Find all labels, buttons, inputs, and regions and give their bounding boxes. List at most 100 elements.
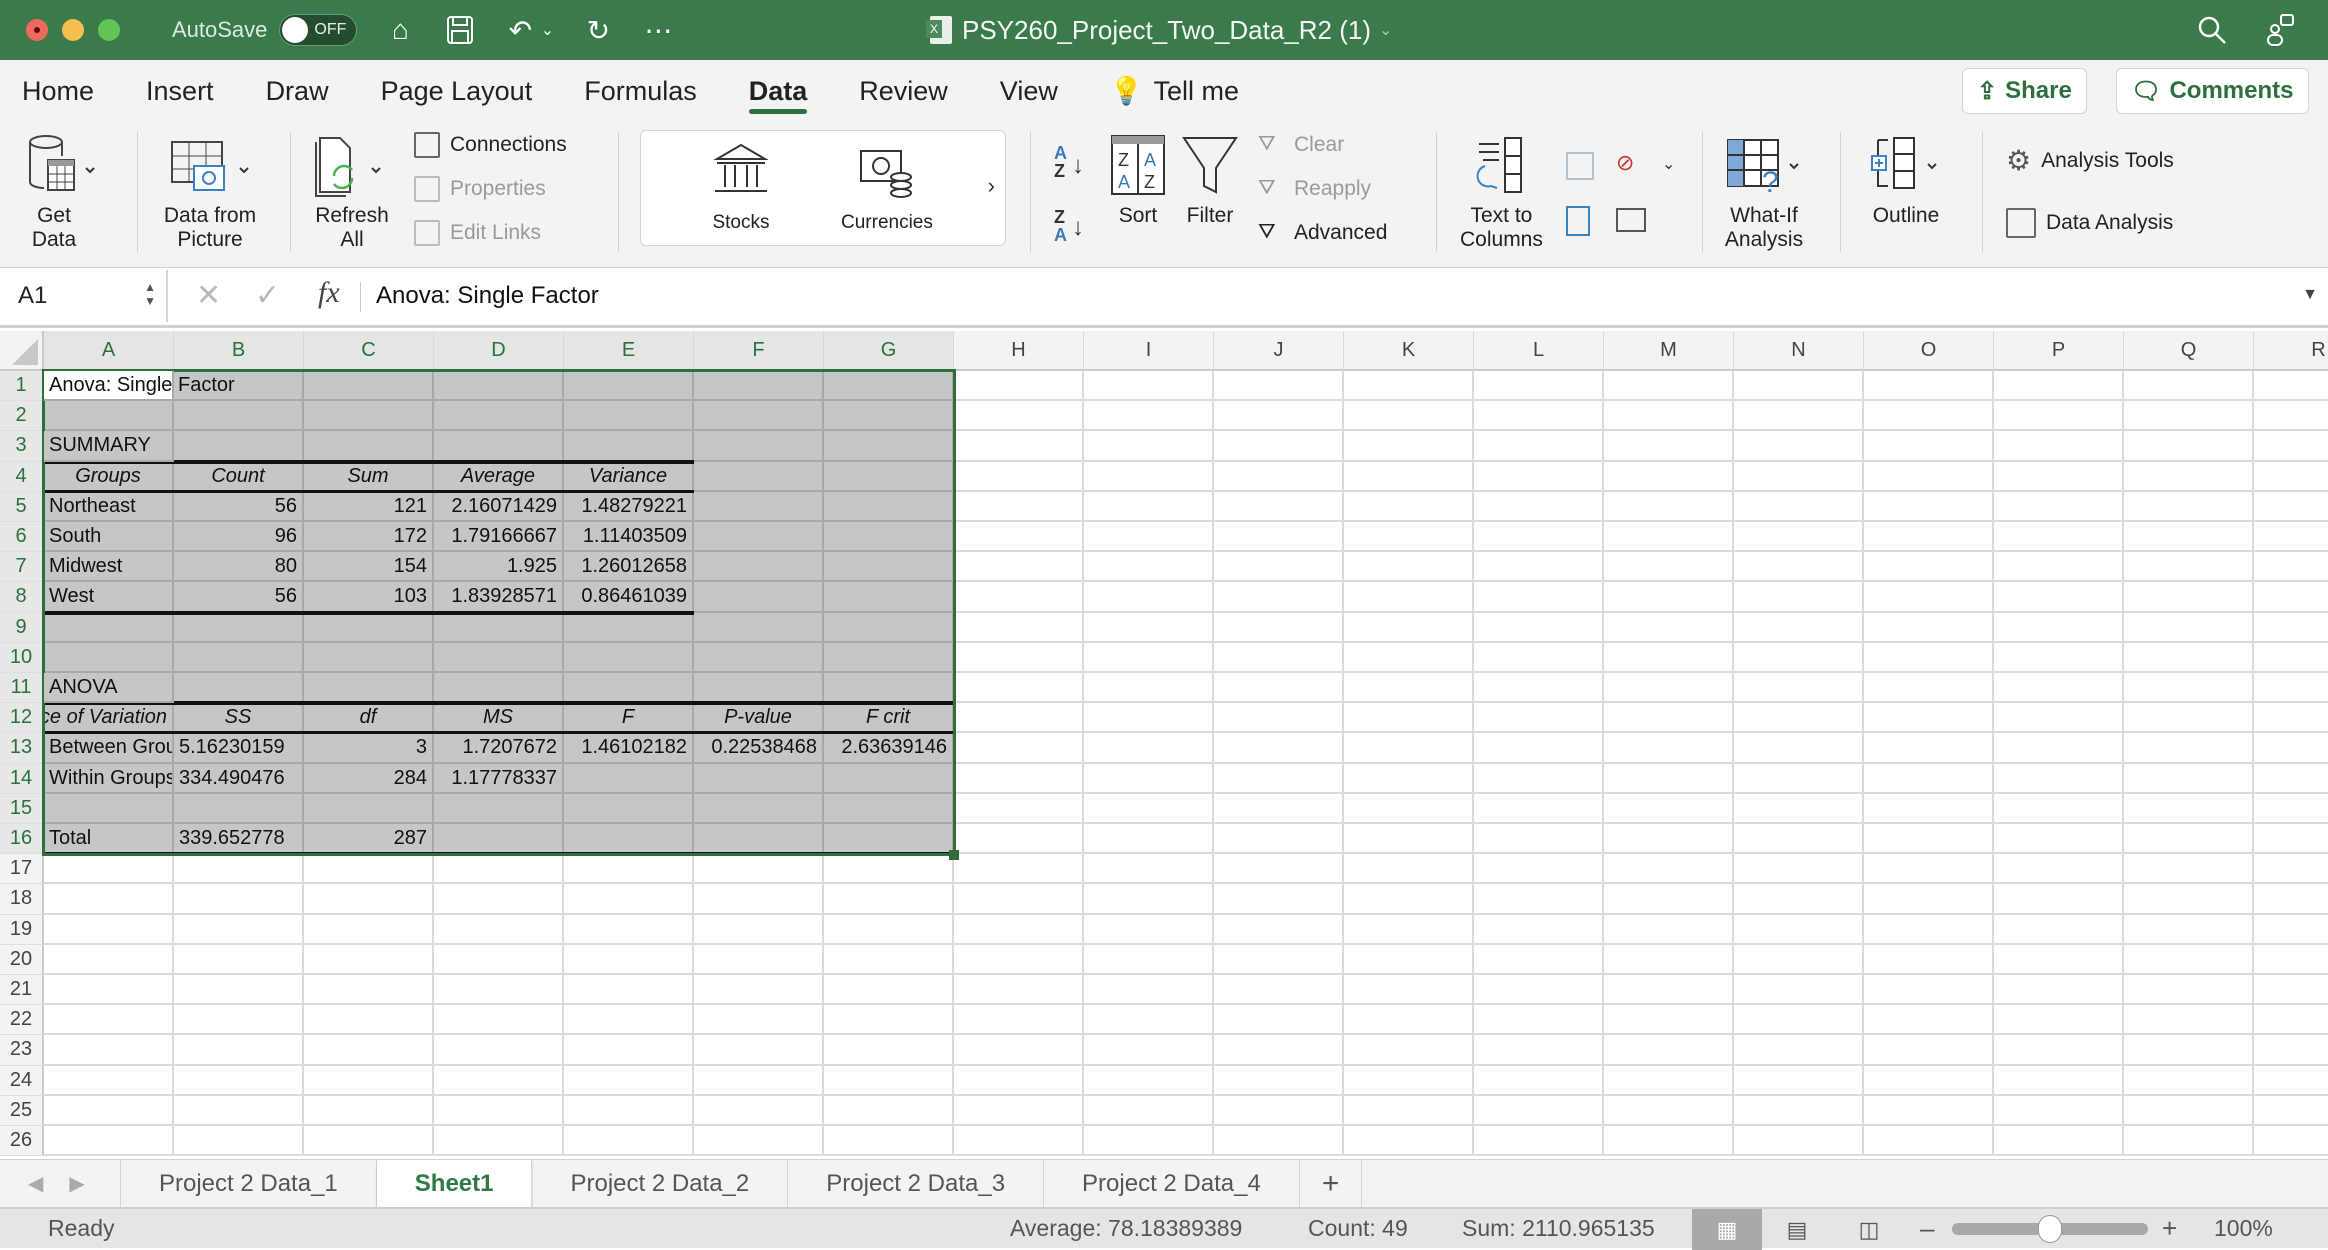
tab-home[interactable]: Home [0, 60, 120, 122]
cell-M22[interactable] [1604, 1005, 1734, 1036]
cell-N6[interactable] [1734, 522, 1864, 553]
cell-G17[interactable] [824, 854, 954, 885]
cell-L26[interactable] [1474, 1126, 1604, 1157]
cell-E25[interactable] [564, 1095, 694, 1126]
cell-M3[interactable] [1604, 431, 1734, 462]
cell-L13[interactable] [1474, 733, 1604, 764]
cell-P26[interactable] [1994, 1126, 2124, 1157]
cell-Q24[interactable] [2124, 1065, 2254, 1096]
cell-K24[interactable] [1344, 1065, 1474, 1096]
cell-A11[interactable]: ANOVA [44, 673, 174, 704]
cell-R17[interactable] [2254, 854, 2328, 885]
cell-B16[interactable]: 339.652778 [174, 824, 304, 855]
cell-P24[interactable] [1994, 1065, 2124, 1096]
cell-D5[interactable]: 2.16071429 [434, 491, 564, 522]
cell-E15[interactable] [564, 793, 694, 824]
cell-L4[interactable] [1474, 461, 1604, 492]
cell-D7[interactable]: 1.925 [434, 552, 564, 583]
cell-E1[interactable] [564, 371, 694, 402]
cell-B20[interactable] [174, 944, 304, 975]
cell-E20[interactable] [564, 944, 694, 975]
cell-P8[interactable] [1994, 582, 2124, 613]
cell-R5[interactable] [2254, 492, 2328, 522]
cell-R12[interactable] [2254, 703, 2328, 734]
cell-D26[interactable] [434, 1126, 564, 1157]
cell-K12[interactable] [1344, 703, 1474, 734]
column-header-H[interactable]: H [954, 331, 1084, 371]
cell-R19[interactable] [2254, 915, 2328, 945]
zoom-out-button[interactable]: – [1920, 1213, 1934, 1244]
cell-D16[interactable] [434, 824, 564, 855]
cell-H1[interactable] [954, 371, 1084, 402]
cell-B23[interactable] [174, 1035, 304, 1066]
cell-M12[interactable] [1604, 703, 1734, 734]
row-header-26[interactable]: 26 [0, 1126, 44, 1157]
cell-K6[interactable] [1344, 522, 1474, 553]
share-button[interactable]: ⇪ Share [1962, 68, 2087, 114]
cell-P2[interactable] [1994, 401, 2124, 432]
cell-F4[interactable] [694, 461, 824, 492]
cell-I1[interactable] [1084, 371, 1214, 402]
cell-K17[interactable] [1344, 854, 1474, 885]
cell-H22[interactable] [954, 1005, 1084, 1036]
cell-I25[interactable] [1084, 1095, 1214, 1126]
cell-G20[interactable] [824, 944, 954, 975]
cell-O18[interactable] [1864, 884, 1994, 915]
cell-J15[interactable] [1214, 793, 1344, 824]
cell-I12[interactable] [1084, 703, 1214, 734]
cell-B19[interactable] [174, 914, 304, 945]
cell-J20[interactable] [1214, 944, 1344, 975]
data-validation-icon[interactable]: ⊘ [1616, 150, 1634, 176]
insert-function-icon[interactable]: fx [318, 276, 340, 310]
cell-M15[interactable] [1604, 793, 1734, 824]
cell-C17[interactable] [304, 854, 434, 885]
cell-A10[interactable] [44, 642, 174, 673]
row-header-2[interactable]: 2 [0, 401, 44, 432]
column-header-K[interactable]: K [1344, 331, 1474, 371]
cell-E23[interactable] [564, 1035, 694, 1066]
cell-E22[interactable] [564, 1005, 694, 1036]
redo-icon[interactable]: ↻ [581, 13, 615, 47]
row-header-24[interactable]: 24 [0, 1065, 44, 1096]
analysis-tools-button[interactable]: ⚙ Analysis Tools [2006, 144, 2174, 177]
clear-button[interactable]: ⛛ Clear [1258, 132, 1344, 158]
sort-z-to-a-icon[interactable]: ZA [1054, 208, 1067, 244]
cell-C10[interactable] [304, 642, 434, 673]
cell-R6[interactable] [2254, 522, 2328, 553]
tell-me-search[interactable]: 💡 Tell me [1084, 60, 1265, 122]
cell-E11[interactable] [564, 673, 694, 704]
cell-O2[interactable] [1864, 401, 1994, 432]
sheet-tab-project-2-data_3[interactable]: Project 2 Data_3 [788, 1159, 1045, 1208]
cell-H21[interactable] [954, 975, 1084, 1006]
cell-K2[interactable] [1344, 401, 1474, 432]
cell-Q25[interactable] [2124, 1095, 2254, 1126]
column-header-L[interactable]: L [1474, 331, 1604, 371]
tab-review[interactable]: Review [833, 60, 974, 122]
cell-L7[interactable] [1474, 552, 1604, 583]
normal-view-button[interactable]: ▦ [1692, 1209, 1762, 1250]
home-icon[interactable]: ⌂ [383, 13, 417, 47]
cell-L17[interactable] [1474, 854, 1604, 885]
cell-L18[interactable] [1474, 884, 1604, 915]
undo-icon[interactable]: ↶ [503, 13, 537, 47]
cell-G9[interactable] [824, 612, 954, 643]
sheet-tab-project-2-data_1[interactable]: Project 2 Data_1 [121, 1159, 377, 1208]
refresh-all-button[interactable]: Refresh All [312, 134, 392, 252]
cell-L15[interactable] [1474, 793, 1604, 824]
row-header-14[interactable]: 14 [0, 763, 44, 794]
formula-input[interactable]: Anova: Single Factor [376, 268, 599, 324]
cell-P22[interactable] [1994, 1005, 2124, 1036]
row-header-3[interactable]: 3 [0, 431, 44, 462]
cell-D23[interactable] [434, 1035, 564, 1066]
cell-B5[interactable]: 56 [174, 491, 304, 522]
cell-P14[interactable] [1994, 763, 2124, 794]
cell-L16[interactable] [1474, 824, 1604, 855]
cell-C4[interactable]: Sum [304, 461, 434, 492]
column-header-J[interactable]: J [1214, 331, 1344, 371]
cell-F6[interactable] [694, 522, 824, 553]
cell-G21[interactable] [824, 975, 954, 1006]
cell-O25[interactable] [1864, 1095, 1994, 1126]
cell-A19[interactable] [44, 914, 174, 945]
cell-M1[interactable] [1604, 371, 1734, 402]
cell-A18[interactable] [44, 884, 174, 915]
